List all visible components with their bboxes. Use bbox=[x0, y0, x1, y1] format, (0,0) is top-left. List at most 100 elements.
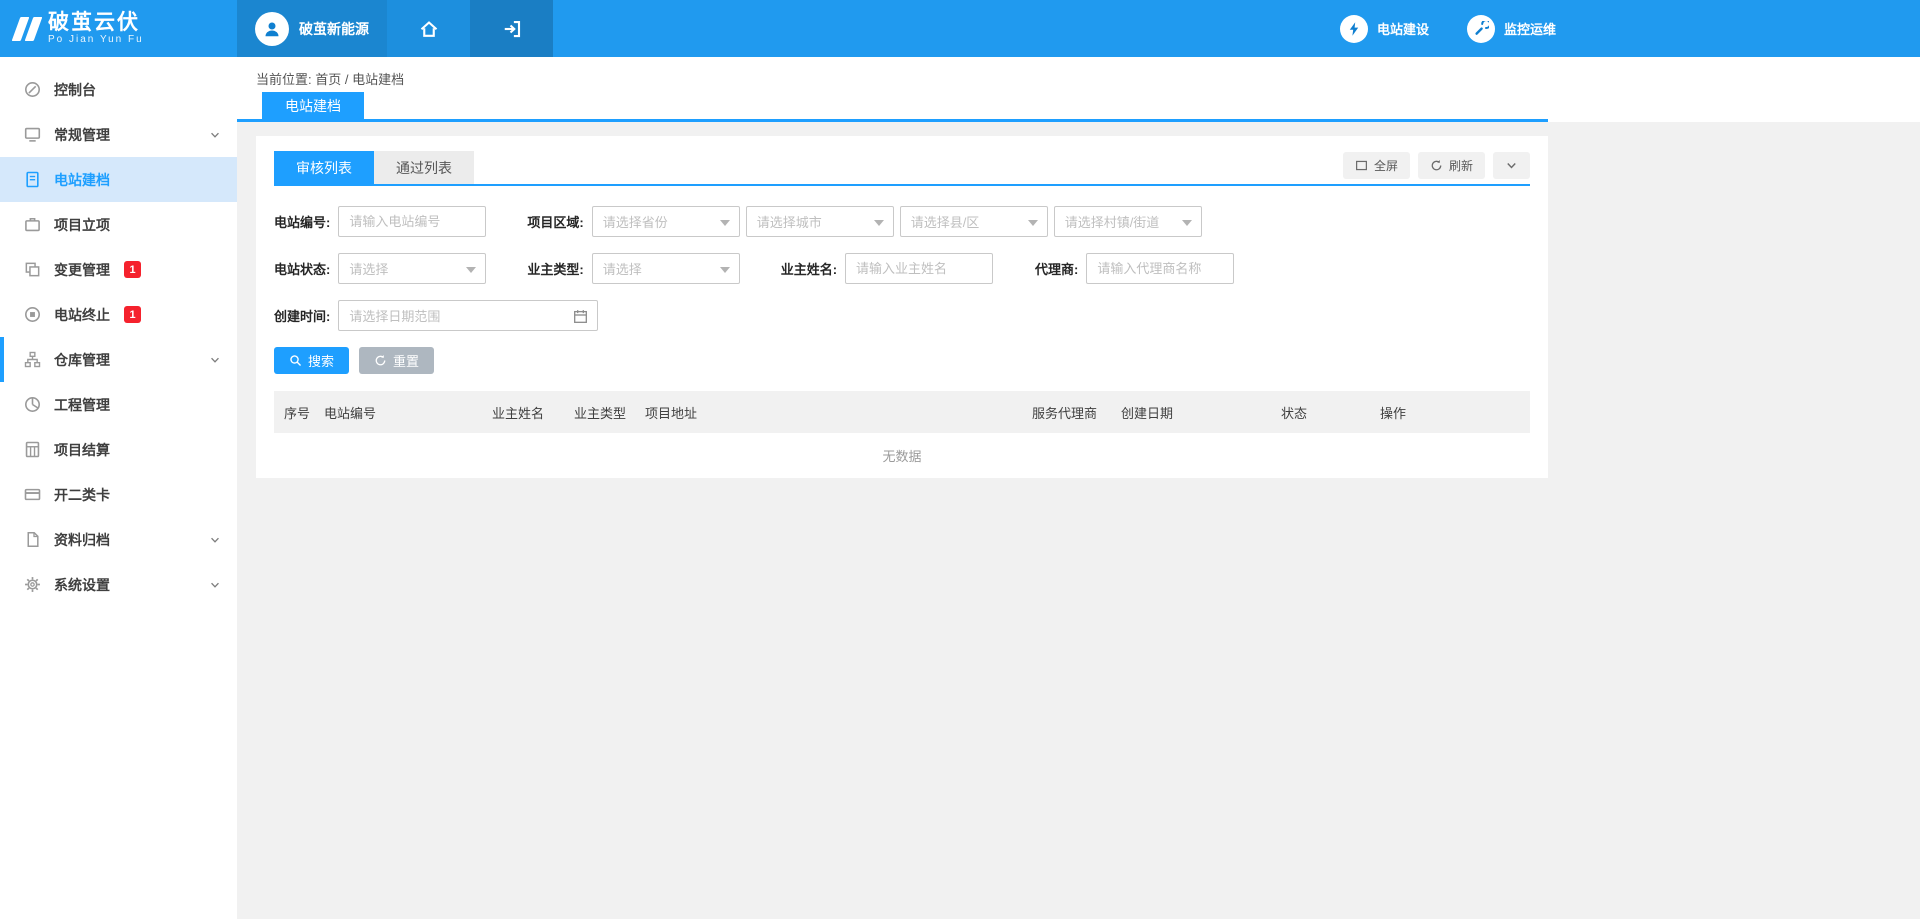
user-menu[interactable]: 破茧新能源 bbox=[237, 0, 387, 57]
home-icon bbox=[419, 19, 439, 39]
pie-chart-icon bbox=[24, 396, 41, 413]
briefcase-icon bbox=[24, 216, 41, 233]
sidebar-item-data-archive[interactable]: 资料归档 bbox=[0, 517, 237, 562]
file-icon bbox=[24, 171, 41, 188]
chevron-down-icon bbox=[1505, 159, 1518, 172]
created-time-label: 创建时间: bbox=[274, 306, 330, 325]
city-select[interactable]: 请选择城市 bbox=[746, 206, 894, 237]
station-terminate-badge: 1 bbox=[124, 306, 141, 323]
sidebar-item-general-mgmt[interactable]: 常规管理 bbox=[0, 112, 237, 157]
search-button[interactable]: 搜索 bbox=[274, 347, 349, 374]
tab-passed-list[interactable]: 通过列表 bbox=[374, 151, 474, 184]
table-header: 序号 电站编号 业主姓名 业主类型 项目地址 服务代理商 创建日期 状态 操作 bbox=[274, 391, 1530, 433]
province-select[interactable]: 请选择省份 bbox=[592, 206, 740, 237]
station-status-label: 电站状态: bbox=[274, 259, 330, 278]
nav-station-build-label: 电站建设 bbox=[1377, 19, 1429, 38]
empty-state: 无数据 bbox=[274, 433, 1530, 477]
region-label: 项目区域: bbox=[527, 212, 583, 231]
change-mgmt-badge: 1 bbox=[124, 261, 141, 278]
chevron-down-icon bbox=[209, 354, 221, 366]
sidebar-item-system-settings[interactable]: 系统设置 bbox=[0, 562, 237, 607]
chevron-down-icon bbox=[209, 129, 221, 141]
station-no-input[interactable] bbox=[338, 206, 486, 237]
gauge-icon bbox=[24, 81, 41, 98]
breadcrumb-separator: / bbox=[345, 72, 349, 87]
sidebar-item-change-mgmt[interactable]: 变更管理 1 bbox=[0, 247, 237, 292]
logout-icon bbox=[502, 19, 522, 39]
sidebar-item-project-settlement[interactable]: 项目结算 bbox=[0, 427, 237, 472]
lightning-icon bbox=[1340, 15, 1368, 43]
breadcrumb-current: 电站建档 bbox=[352, 72, 404, 87]
brand-title: 破茧云伏 bbox=[48, 12, 144, 34]
agent-label: 代理商: bbox=[1035, 259, 1078, 278]
chevron-down-icon bbox=[209, 579, 221, 591]
date-range-input[interactable]: 请选择日期范围 bbox=[338, 300, 598, 331]
breadcrumb-home-link[interactable]: 首页 bbox=[315, 72, 341, 87]
col-status: 状态 bbox=[1281, 403, 1380, 422]
reset-icon bbox=[374, 354, 387, 367]
company-name: 破茧新能源 bbox=[299, 19, 369, 39]
owner-name-label: 业主姓名: bbox=[781, 259, 837, 278]
col-created-date: 创建日期 bbox=[1121, 403, 1281, 422]
sidebar-item-project-initiation[interactable]: 项目立项 bbox=[0, 202, 237, 247]
gear-icon bbox=[24, 576, 41, 593]
agent-input[interactable] bbox=[1086, 253, 1234, 284]
sidebar-item-warehouse-mgmt[interactable]: 仓库管理 bbox=[0, 337, 237, 382]
col-actions: 操作 bbox=[1380, 403, 1440, 422]
home-button[interactable] bbox=[387, 0, 470, 57]
caret-down-icon bbox=[466, 267, 476, 273]
wrench-icon bbox=[1467, 15, 1495, 43]
logout-button[interactable] bbox=[470, 0, 553, 57]
filter-form: 电站编号: 项目区域: 请选择省份 请选择城市 bbox=[274, 206, 1530, 374]
refresh-icon bbox=[1430, 159, 1443, 172]
copy-icon bbox=[24, 261, 41, 278]
refresh-button[interactable]: 刷新 bbox=[1418, 152, 1485, 179]
col-owner-name: 业主姓名 bbox=[492, 403, 574, 422]
breadcrumb-prefix: 当前位置: bbox=[256, 72, 312, 87]
main-content: 当前位置: 首页 / 电站建档 电站建档 审核列表 通过列表 全屏 bbox=[237, 57, 1920, 919]
top-bar: 破茧云伏 Po Jian Yun Fu 破茧新能源 电站建设 监控运维 bbox=[0, 0, 1920, 57]
caret-down-icon bbox=[874, 220, 884, 226]
town-select[interactable]: 请选择村镇/街道 bbox=[1054, 206, 1202, 237]
col-owner-type: 业主类型 bbox=[574, 403, 645, 422]
brand-logo-icon bbox=[16, 17, 38, 41]
sidebar: 控制台 常规管理 电站建档 项目立项 变更管理 1 电站终止 1 仓库管理 bbox=[0, 57, 237, 919]
owner-type-select[interactable]: 请选择 bbox=[592, 253, 740, 284]
brand-subtitle: Po Jian Yun Fu bbox=[48, 34, 144, 45]
nav-monitor-ops[interactable]: 监控运维 bbox=[1467, 15, 1556, 43]
archive-icon bbox=[24, 531, 41, 548]
sidebar-item-station-terminate[interactable]: 电站终止 1 bbox=[0, 292, 237, 337]
breadcrumb: 当前位置: 首页 / 电站建档 bbox=[237, 57, 1920, 88]
search-icon bbox=[289, 354, 302, 367]
sidebar-item-console[interactable]: 控制台 bbox=[0, 67, 237, 112]
sidebar-item-engineering-mgmt[interactable]: 工程管理 bbox=[0, 382, 237, 427]
card-icon bbox=[24, 486, 41, 503]
sidebar-item-station-archive[interactable]: 电站建档 bbox=[0, 157, 237, 202]
page-tab-station-archive[interactable]: 电站建档 bbox=[262, 92, 364, 119]
col-service-agent: 服务代理商 bbox=[1032, 403, 1121, 422]
owner-name-input[interactable] bbox=[845, 253, 993, 284]
nav-station-build[interactable]: 电站建设 bbox=[1340, 15, 1429, 43]
caret-down-icon bbox=[720, 267, 730, 273]
content-card: 审核列表 通过列表 全屏 刷新 bbox=[256, 136, 1548, 478]
avatar bbox=[255, 12, 289, 46]
reset-button[interactable]: 重置 bbox=[359, 347, 434, 374]
station-no-label: 电站编号: bbox=[274, 212, 330, 231]
calendar-icon bbox=[573, 309, 588, 324]
sidebar-item-class2-card[interactable]: 开二类卡 bbox=[0, 472, 237, 517]
breadcrumb-strip: 当前位置: 首页 / 电站建档 电站建档 bbox=[237, 57, 1920, 122]
tab-underline bbox=[237, 119, 1548, 122]
district-select[interactable]: 请选择县/区 bbox=[900, 206, 1048, 237]
tab-review-list[interactable]: 审核列表 bbox=[274, 151, 374, 184]
panel-tabs: 审核列表 通过列表 全屏 刷新 bbox=[274, 151, 1530, 186]
chevron-down-icon bbox=[209, 534, 221, 546]
collapse-button[interactable] bbox=[1493, 152, 1530, 179]
monitor-icon bbox=[24, 126, 41, 143]
caret-down-icon bbox=[720, 220, 730, 226]
stop-icon bbox=[24, 306, 41, 323]
app-logo: 破茧云伏 Po Jian Yun Fu bbox=[0, 0, 237, 57]
fullscreen-button[interactable]: 全屏 bbox=[1343, 152, 1410, 179]
station-status-select[interactable]: 请选择 bbox=[338, 253, 486, 284]
fullscreen-icon bbox=[1355, 159, 1368, 172]
caret-down-icon bbox=[1182, 220, 1192, 226]
